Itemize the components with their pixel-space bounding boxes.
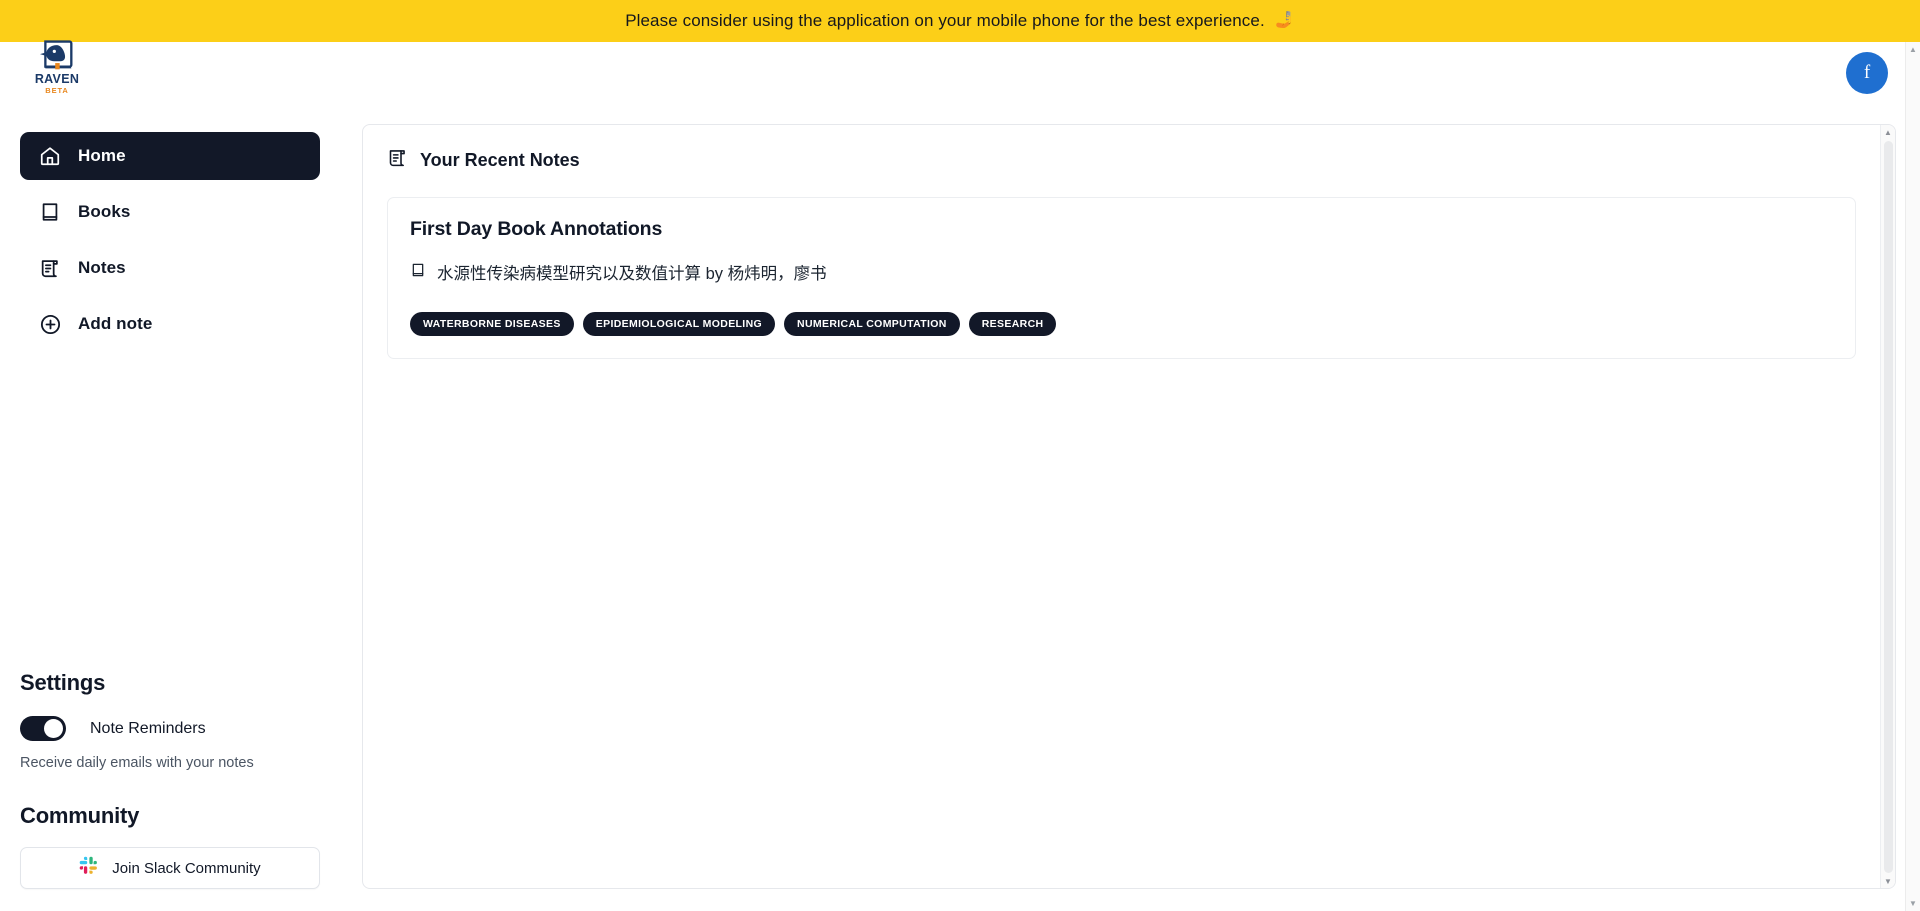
scroll-icon [38,256,62,280]
recent-notes-panel: Your Recent Notes First Day Book Annotat… [362,124,1896,889]
sidebar-footer: Settings Note Reminders Receive daily em… [20,670,320,889]
selfie-emoji-icon: 🤳 [1274,12,1295,29]
logo-wordmark: RAVEN [34,72,80,86]
note-tag[interactable]: WATERBORNE DISEASES [410,312,574,336]
slack-icon [79,856,98,880]
plus-circle-icon [38,312,62,336]
sidebar-item-label: Books [78,202,131,221]
note-title: First Day Book Annotations [410,218,663,240]
sidebar-item-notes[interactable]: Notes [20,244,320,292]
book-icon [410,262,426,283]
join-slack-community-button[interactable]: Join Slack Community [20,847,320,889]
app-logo[interactable]: RAVEN BETA [26,38,88,100]
note-book-title: 水源性传染病模型研究以及数值计算 by 杨炜明，廖书 [437,265,827,283]
page-scroll-down-arrow-icon[interactable]: ▼ [1906,896,1920,911]
home-icon [38,144,62,168]
note-reminders-toggle[interactable] [20,716,66,741]
sidebar-item-label: Home [78,146,126,165]
page-scrollbar[interactable]: ▲ ▼ [1905,42,1920,911]
page-scroll-up-arrow-icon[interactable]: ▲ [1906,42,1920,57]
page-title: Your Recent Notes [420,149,580,170]
scroll-up-arrow-icon[interactable]: ▲ [1881,125,1895,139]
app-header: RAVEN BETA f [0,40,1920,102]
main-content: Your Recent Notes First Day Book Annotat… [340,102,1920,911]
settings-heading: Settings [20,670,106,695]
join-slack-community-label: Join Slack Community [112,859,261,877]
recent-notes-body: Your Recent Notes First Day Book Annotat… [363,125,1880,888]
sidebar-item-books[interactable]: Books [20,188,320,236]
community-section: Community Join Slack Community [20,803,320,889]
note-tag-list: WATERBORNE DISEASES EPIDEMIOLOGICAL MODE… [410,312,1833,336]
sidebar-item-add-note[interactable]: Add note [20,300,320,348]
user-avatar[interactable]: f [1846,52,1888,94]
sidebar-item-label: Notes [78,258,126,277]
community-heading: Community [20,803,140,828]
sidebar-item-label: Add note [78,314,153,333]
sidebar: Home Books Notes Add note Settings Note … [0,102,340,911]
note-card[interactable]: First Day Book Annotations 水源性传染病模型研究以及数… [387,197,1856,359]
sidebar-item-home[interactable]: Home [20,132,320,180]
scroll-icon [387,147,408,173]
note-reminders-row: Note Reminders [20,716,320,741]
note-tag[interactable]: RESEARCH [968,312,1057,336]
note-reminders-hint: Receive daily emails with your notes [20,755,254,771]
logo-beta-badge: BETA [45,85,69,95]
scroll-down-arrow-icon[interactable]: ▼ [1881,874,1895,888]
panel-scrollbar[interactable]: ▲ ▼ [1880,125,1895,888]
note-book-reference: 水源性传染病模型研究以及数值计算 by 杨炜明，廖书 [410,260,1833,284]
recent-notes-header: Your Recent Notes [387,147,1856,173]
note-reminders-label: Note Reminders [90,719,206,737]
note-tag[interactable]: NUMERICAL COMPUTATION [784,312,960,336]
app-body: Home Books Notes Add note Settings Note … [0,102,1920,911]
panel-scrollbar-thumb[interactable] [1884,141,1893,874]
book-icon [38,200,62,224]
note-tag[interactable]: EPIDEMIOLOGICAL MODELING [582,312,776,336]
toggle-knob [44,719,63,738]
banner-message: Please consider using the application on… [625,11,1265,30]
mobile-suggestion-banner: Please consider using the application on… [0,0,1920,42]
sidebar-nav: Home Books Notes Add note [20,102,320,348]
avatar-initial: f [1863,62,1871,83]
raven-book-logo-icon [40,40,73,70]
